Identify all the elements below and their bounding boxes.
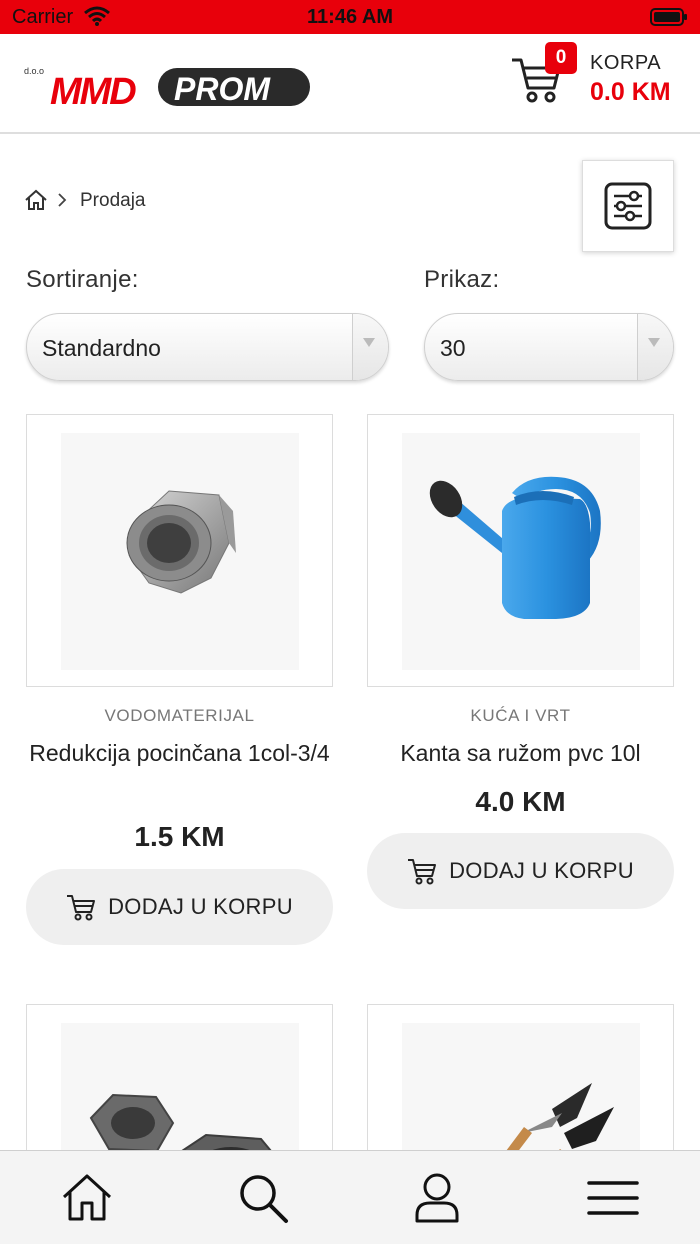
- product-image-link[interactable]: [26, 414, 333, 687]
- app-header: d.o.o MMD PROM 0 KORPA 0.0 KM: [0, 34, 700, 134]
- view-label: Prikaz:: [424, 266, 500, 293]
- product-name[interactable]: Redukcija pocinčana 1col-3/4: [26, 736, 333, 771]
- home-icon[interactable]: [24, 188, 48, 217]
- breadcrumb-separator-icon: [56, 190, 68, 215]
- product-image: [402, 1023, 640, 1163]
- battery-icon: [650, 8, 688, 32]
- add-to-cart-label: DODAJ U KORPU: [108, 894, 293, 919]
- product-image: [61, 1023, 299, 1163]
- logo-prefix: d.o.o: [24, 66, 44, 76]
- cart-total[interactable]: 0.0 KM: [590, 78, 671, 107]
- product-name[interactable]: Kanta sa ružom pvc 10l: [367, 736, 674, 771]
- page-size-selected-value: 30: [440, 335, 466, 361]
- cart-icon: [408, 859, 437, 885]
- cart-count-badge[interactable]: 0: [545, 42, 577, 74]
- product-category[interactable]: KUĆA I VRT: [367, 706, 674, 726]
- product-price: 1.5 KM: [134, 821, 225, 852]
- logo-graphic: d.o.o MMD PROM: [24, 66, 310, 113]
- menu-icon[interactable]: [586, 1171, 640, 1230]
- add-to-cart-label: DODAJ U KORPU: [449, 858, 634, 883]
- add-to-cart-button[interactable]: DODAJ U KORPU: [367, 833, 674, 909]
- filter-button[interactable]: [582, 160, 674, 252]
- page-size-select[interactable]: 30: [424, 313, 674, 381]
- status-bar: Carrier 11:46 AM: [0, 0, 700, 34]
- home-icon[interactable]: [60, 1171, 114, 1230]
- breadcrumb-current[interactable]: Prodaja: [80, 190, 146, 212]
- product-image: [61, 433, 299, 670]
- chevron-down-icon: [637, 314, 673, 380]
- sort-selected-value: Standardno: [42, 335, 161, 361]
- product-price: 4.0 KM: [475, 786, 566, 817]
- user-icon[interactable]: [410, 1171, 464, 1230]
- app-screen: Carrier 11:46 AM d.o.o MMD PROM 0 KORPA …: [0, 0, 700, 1244]
- cart-icon: [67, 895, 96, 921]
- brand-logo[interactable]: d.o.o MMD PROM: [24, 64, 314, 113]
- sort-label: Sortiranje:: [26, 266, 139, 293]
- sort-select[interactable]: Standardno: [26, 313, 389, 381]
- status-time: 11:46 AM: [307, 6, 393, 28]
- cart-label[interactable]: KORPA: [590, 52, 661, 75]
- add-to-cart-button[interactable]: DODAJ U KORPU: [26, 869, 333, 945]
- chevron-down-icon: [352, 314, 388, 380]
- bottom-nav: [0, 1150, 700, 1244]
- product-image: [402, 433, 640, 670]
- search-icon[interactable]: [236, 1171, 290, 1230]
- product-image-link[interactable]: [367, 1004, 674, 1164]
- product-image-link[interactable]: [26, 1004, 333, 1164]
- logo-brand-left: MMD: [50, 71, 136, 108]
- product-category[interactable]: VODOMATERIJAL: [26, 706, 333, 726]
- logo-brand-right: PROM: [174, 71, 271, 107]
- product-image-link[interactable]: [367, 414, 674, 687]
- sliders-icon: [604, 182, 652, 230]
